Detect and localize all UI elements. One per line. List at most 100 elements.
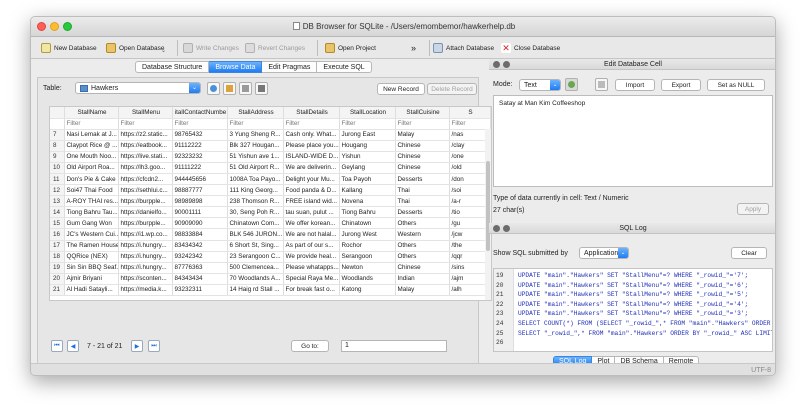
table-cell[interactable]: 91112222 <box>172 140 228 152</box>
table-cell[interactable]: Indian <box>395 273 450 285</box>
table-cell[interactable]: https://eatbook... <box>118 140 173 152</box>
table-cell[interactable]: 93242342 <box>172 251 228 263</box>
table-cell[interactable]: https://cfcdn2... <box>118 173 173 186</box>
row-number[interactable]: 16 <box>50 228 65 241</box>
apply-button[interactable]: Apply <box>737 203 769 215</box>
column-header[interactable]: S <box>449 107 491 119</box>
row-number[interactable]: 21 <box>50 284 65 297</box>
row-number[interactable]: 9 <box>50 151 65 163</box>
table-cell[interactable]: 944445656 <box>172 173 228 186</box>
row-number[interactable]: 13 <box>50 195 65 208</box>
clear-log-button[interactable]: Clear <box>731 247 767 259</box>
row-number[interactable]: 17 <box>50 240 65 252</box>
table-cell[interactable]: FREE island wid... <box>283 195 340 208</box>
table-cell[interactable]: Chinese <box>395 151 450 163</box>
table-cell[interactable]: The Ramen House <box>64 240 119 252</box>
open-project-button[interactable]: Open Project <box>325 41 376 55</box>
table-select[interactable]: Hawkers ⌄ <box>75 82 201 94</box>
column-header[interactable]: StallMenu <box>118 107 173 119</box>
table-cell[interactable]: Others <box>395 240 450 252</box>
table-cell[interactable]: Old Airport Roa... <box>64 162 119 174</box>
column-header[interactable]: StallDetails <box>283 107 340 119</box>
open-database-dropdown[interactable]: ⌄ <box>161 43 166 57</box>
attach-database-button[interactable]: Attach Database <box>433 41 494 55</box>
table-cell[interactable]: Chinese <box>395 162 450 174</box>
table-cell[interactable]: 238 Thomson R... <box>227 195 284 208</box>
row-number[interactable]: 11 <box>50 173 65 186</box>
table-cell[interactable]: One Mouth Noo... <box>64 151 119 163</box>
tab-database-structure[interactable]: Database Structure <box>135 61 210 73</box>
float-dock-icon[interactable] <box>503 225 510 232</box>
table-cell[interactable]: Malay <box>395 284 450 297</box>
table-cell[interactable]: https://sethlui.c... <box>118 184 173 197</box>
table-cell[interactable]: Al Hadi Satayli... <box>64 284 119 297</box>
row-number[interactable]: 10 <box>50 162 65 174</box>
table-cell[interactable]: As part of our s... <box>283 240 340 252</box>
table-cell[interactable]: Newton <box>339 262 396 274</box>
row-number[interactable]: 14 <box>50 206 65 219</box>
table-cell[interactable]: Claypot Rice @ ... <box>64 140 119 152</box>
word-wrap-button[interactable] <box>595 78 608 91</box>
go-to-button[interactable]: Go to: <box>291 340 329 352</box>
table-cell[interactable]: /alh <box>449 284 491 297</box>
next-page-button[interactable]: ▶ <box>131 340 143 352</box>
table-cell[interactable]: Yishun <box>339 151 396 163</box>
close-dock-icon[interactable] <box>493 61 500 68</box>
table-row[interactable]: 20 Ajmir Briyani https://sconten... 8434343… <box>50 273 491 285</box>
table-cell[interactable]: /ajm <box>449 273 491 285</box>
table-cell[interactable]: Cash only. What... <box>283 129 340 141</box>
table-cell[interactable]: https://sconten... <box>118 273 173 285</box>
table-cell[interactable]: 98989898 <box>172 195 228 208</box>
table-cell[interactable]: Chinatown Com... <box>227 217 284 230</box>
table-cell[interactable]: Tiong Bahru Tau... <box>64 206 119 219</box>
table-cell[interactable]: 90001111 <box>172 206 228 219</box>
table-cell[interactable]: Others <box>395 217 450 230</box>
tab-edit-pragmas[interactable]: Edit Pragmas <box>262 61 318 73</box>
row-number[interactable]: 12 <box>50 184 65 197</box>
column-header[interactable]: StallCuisine <box>395 107 450 119</box>
table-cell[interactable]: https://burpple... <box>118 217 173 230</box>
table-cell[interactable]: BLK 546 JURON... <box>227 228 284 241</box>
table-cell[interactable]: 98887777 <box>172 184 228 197</box>
row-number[interactable]: 8 <box>50 140 65 152</box>
table-cell[interactable]: Jurong West <box>339 228 396 241</box>
column-header[interactable]: itallContactNumbe <box>172 107 228 119</box>
table-cell[interactable]: 91111222 <box>172 162 228 174</box>
tab-browse-data[interactable]: Browse Data <box>209 61 263 73</box>
write-changes-button[interactable]: Write Changes <box>183 41 239 55</box>
new-record-button[interactable]: New Record <box>377 83 425 95</box>
filter-input[interactable]: Filter <box>172 118 228 130</box>
go-to-input[interactable]: 1 <box>341 340 447 352</box>
filter-input[interactable]: Filter <box>449 118 491 130</box>
float-dock-icon[interactable] <box>503 61 510 68</box>
table-cell[interactable]: https://i.hungry... <box>118 262 173 274</box>
row-number[interactable]: 20 <box>50 273 65 285</box>
table-cell[interactable]: Chinatown <box>339 217 396 230</box>
table-row[interactable]: 16 JC's Western Cui... https://i1.wp.co...… <box>50 228 491 241</box>
table-cell[interactable]: https://lh3.goo... <box>118 162 173 174</box>
table-cell[interactable]: 1008A Toa Payo... <box>227 173 284 186</box>
table-cell[interactable]: Katong <box>339 284 396 297</box>
table-cell[interactable]: 98765432 <box>172 129 228 141</box>
table-row[interactable]: 10 Old Airport Roa... https://lh3.goo... 91… <box>50 162 491 174</box>
table-cell[interactable]: Woodlands <box>339 273 396 285</box>
sql-source-select[interactable]: Application ⌄ <box>579 247 629 259</box>
table-cell[interactable]: 23 Serangoon C... <box>227 251 284 263</box>
table-cell[interactable]: For break fast o... <box>283 284 340 297</box>
table-cell[interactable]: 84343434 <box>172 273 228 285</box>
table-row[interactable]: 8 Claypot Rice @ ... https://eatbook... 911… <box>50 140 491 152</box>
clear-filters-button[interactable] <box>223 82 236 95</box>
table-cell[interactable]: 98833884 <box>172 228 228 241</box>
table-cell[interactable]: /the <box>449 240 491 252</box>
row-number[interactable]: 18 <box>50 251 65 263</box>
close-dock-icon[interactable] <box>493 225 500 232</box>
table-cell[interactable]: Hougang <box>339 140 396 152</box>
table-cell[interactable]: /gu <box>449 217 491 230</box>
table-cell[interactable]: /nas <box>449 129 491 141</box>
table-cell[interactable]: 500 Clemencea... <box>227 262 284 274</box>
table-cell[interactable]: https://i.hungry... <box>118 251 173 263</box>
open-database-button[interactable]: Open Database <box>106 41 165 55</box>
table-cell[interactable]: 30, Seng Poh R... <box>227 206 284 219</box>
table-cell[interactable]: 51 Yishun ave 1... <box>227 151 284 163</box>
column-header[interactable] <box>50 107 65 119</box>
